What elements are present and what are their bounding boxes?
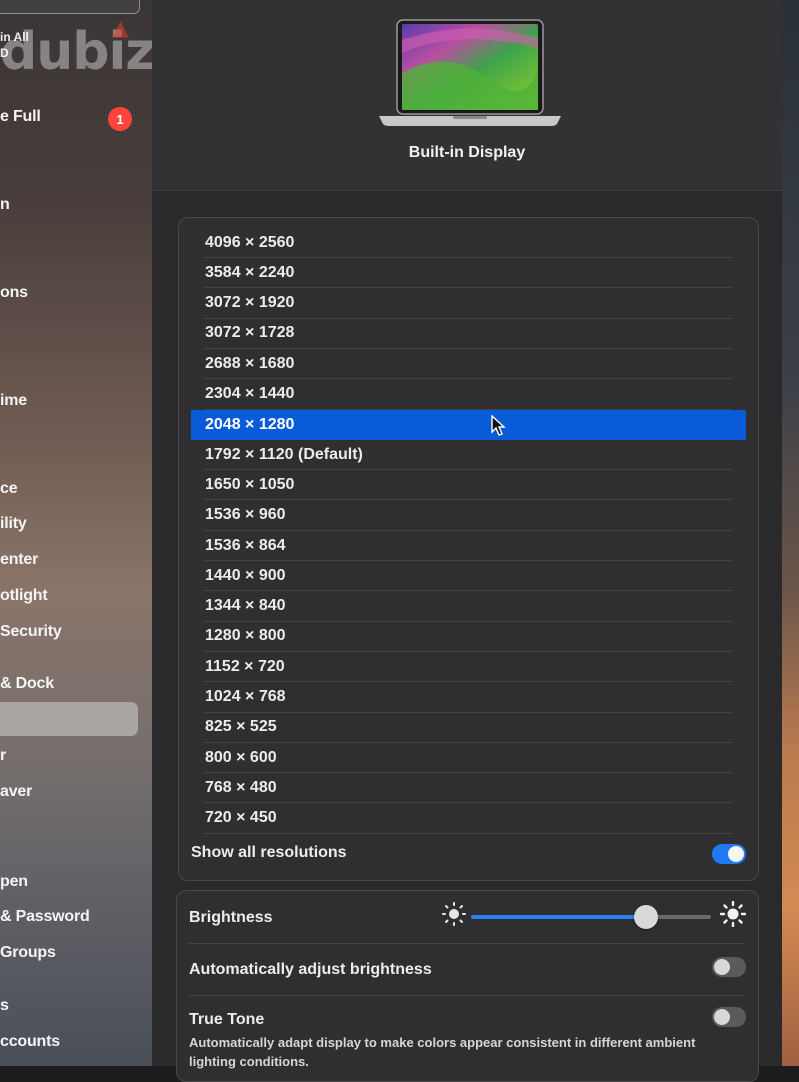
resolution-option[interactable]: 1536 × 864 <box>203 531 733 561</box>
resolution-option[interactable]: 2048 × 1280 <box>191 409 746 440</box>
laptop-icon <box>379 19 561 126</box>
resolution-option[interactable]: 1650 × 1050 <box>203 470 733 501</box>
display-settings-pane: Built-in Display 4096 × 2560 3584 × 2240 3… <box>152 0 782 1082</box>
sidebar-item[interactable]: & Password <box>0 908 90 926</box>
resolution-label: 825 × 525 <box>205 718 277 736</box>
resolution-label: 3072 × 1728 <box>205 324 295 342</box>
resolution-option[interactable]: 4096 × 2560 <box>203 228 733 258</box>
resolution-label: 1536 × 864 <box>205 536 286 554</box>
resolution-list: 4096 × 2560 3584 × 2240 3072 × 1920 3072 × … <box>178 217 759 881</box>
sidebar-item[interactable]: Groups <box>0 944 56 962</box>
resolution-option[interactable]: 2688 × 1680 <box>203 349 733 380</box>
brightness-low-icon <box>442 902 466 926</box>
brightness-slider[interactable] <box>471 905 711 929</box>
resolution-label: 1280 × 800 <box>205 627 286 645</box>
sidebar-item[interactable]: ons <box>0 284 28 302</box>
sidebar-item[interactable]: ility <box>0 515 27 533</box>
brightness-slider-fill <box>471 915 647 919</box>
resolution-label: 800 × 600 <box>205 748 277 766</box>
resolution-label: 1440 × 900 <box>205 566 286 584</box>
true-tone-description: Automatically adapt display to make colo… <box>189 1035 696 1069</box>
resolution-option[interactable]: 2304 × 1440 <box>203 380 733 410</box>
mouse-pointer-icon <box>491 414 506 436</box>
sidebar-item[interactable]: otlight <box>0 587 48 605</box>
resolution-option[interactable]: 3072 × 1920 <box>203 289 733 319</box>
resolution-label: 3584 × 2240 <box>205 263 295 281</box>
resolution-option[interactable]: 1344 × 840 <box>203 592 733 622</box>
resolution-option[interactable]: 1024 × 768 <box>203 683 733 713</box>
sidebar-item[interactable]: & Dock <box>0 675 54 693</box>
sidebar-item[interactable]: Security <box>0 623 62 641</box>
sidebar-item[interactable]: aver <box>0 783 32 801</box>
brightness-slider-knob[interactable] <box>634 905 659 929</box>
sidebar: in All D e Full n ons ime ce ility enter otligh… <box>0 0 152 1066</box>
resolution-label: 768 × 480 <box>205 778 277 796</box>
resolution-option[interactable]: 1792 × 1120 (Default) <box>203 440 733 471</box>
desktop-wallpaper-edge <box>782 0 799 1066</box>
resolution-option[interactable]: 1440 × 900 <box>203 561 733 592</box>
resolution-option[interactable]: 720 × 450 <box>203 804 733 834</box>
resolution-option[interactable]: 1536 × 960 <box>203 501 733 531</box>
resolution-label: 2048 × 1280 <box>205 415 295 433</box>
sidebar-selected-highlight <box>0 702 138 736</box>
divider <box>189 943 745 944</box>
resolution-option[interactable]: 3072 × 1728 <box>203 319 733 349</box>
resolution-label: 1344 × 840 <box>205 597 286 615</box>
auto-brightness-toggle[interactable] <box>712 957 746 977</box>
resolution-option[interactable]: 3584 × 2240 <box>203 258 733 289</box>
show-all-resolutions-label: Show all resolutions <box>191 844 347 861</box>
resolution-option[interactable]: 768 × 480 <box>203 773 733 804</box>
sidebar-item[interactable]: e Full <box>0 108 41 126</box>
sidebar-item[interactable]: ime <box>0 392 27 410</box>
brightness-label: Brightness <box>189 909 273 926</box>
dubizzle-watermark: dubizzle▲ <box>0 16 152 82</box>
sidebar-item[interactable]: pen <box>0 873 28 891</box>
sidebar-search-field[interactable] <box>0 0 140 14</box>
resolution-option[interactable]: 1152 × 720 <box>203 652 733 683</box>
resolution-label: 2304 × 1440 <box>205 385 295 402</box>
sidebar-item[interactable]: ce <box>0 480 18 498</box>
divider <box>189 995 745 996</box>
resolution-option[interactable]: 1280 × 800 <box>203 622 733 652</box>
sidebar-item[interactable]: enter <box>0 551 38 569</box>
resolution-label: 1536 × 960 <box>205 506 286 524</box>
resolution-label: 2688 × 1680 <box>205 354 295 372</box>
sidebar-item[interactable]: s <box>0 997 9 1015</box>
sidebar-item[interactable]: ccounts <box>0 1033 60 1051</box>
true-tone-label: True Tone <box>189 1011 265 1028</box>
show-all-resolutions-toggle[interactable] <box>712 844 746 864</box>
brightness-group: Brightness Automatically adjust brightne… <box>176 890 759 1082</box>
sidebar-item[interactable]: r <box>0 747 6 765</box>
sidebar-item[interactable]: n <box>0 196 10 214</box>
true-tone-toggle[interactable] <box>712 1007 746 1027</box>
resolution-label: 1024 × 768 <box>205 688 286 705</box>
resolution-label: 1792 × 1120 (Default) <box>205 445 363 463</box>
auto-brightness-label: Automatically adjust brightness <box>189 961 432 978</box>
resolution-label: 4096 × 2560 <box>205 233 295 251</box>
resolution-label: 720 × 450 <box>205 809 277 827</box>
notification-badge: 1 <box>108 107 132 131</box>
resolution-label: 1152 × 720 <box>205 657 285 675</box>
flame-logo-icon: ▲ <box>112 16 129 41</box>
brightness-high-icon <box>720 901 746 927</box>
display-header: Built-in Display <box>152 0 782 191</box>
resolution-label: 3072 × 1920 <box>205 294 295 312</box>
display-title: Built-in Display <box>408 144 526 161</box>
resolution-option[interactable]: 800 × 600 <box>203 743 733 774</box>
resolution-label: 1650 × 1050 <box>205 475 295 493</box>
resolution-option[interactable]: 825 × 525 <box>203 713 733 743</box>
